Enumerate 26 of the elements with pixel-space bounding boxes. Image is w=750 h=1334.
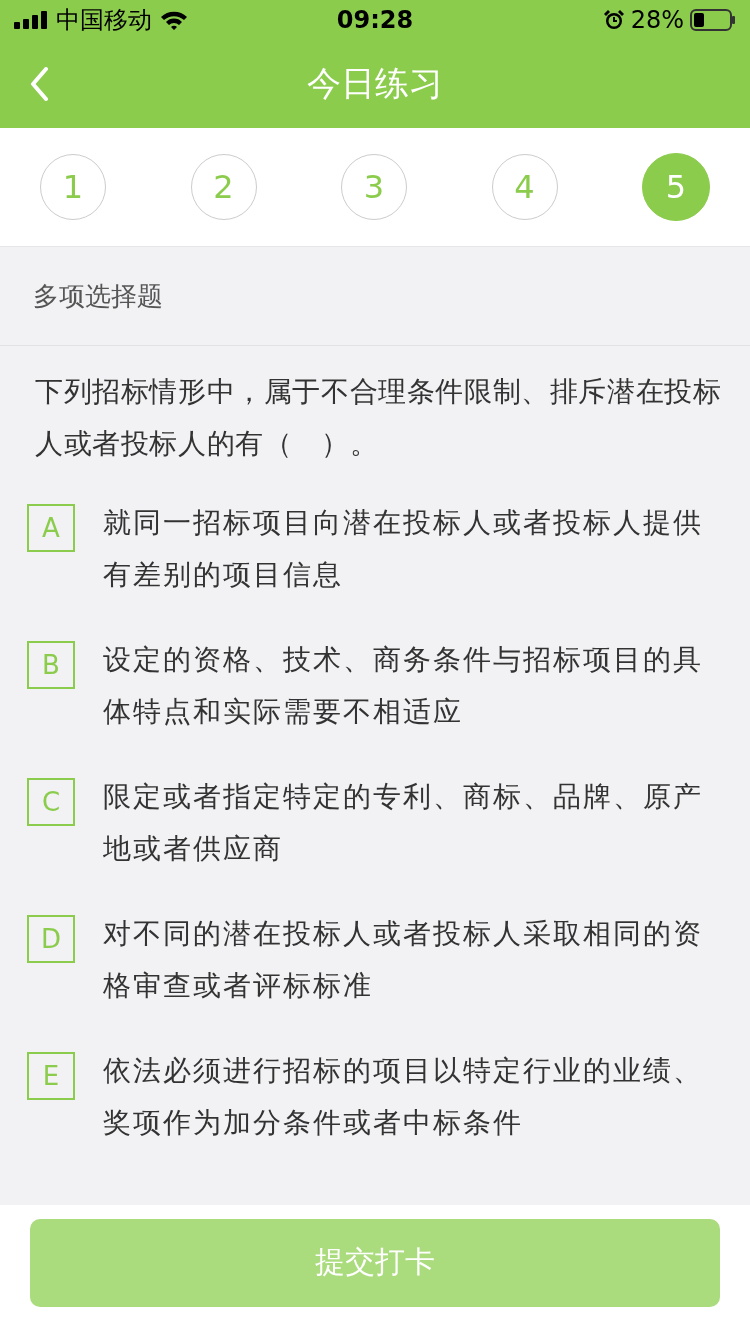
- question-number[interactable]: 3: [341, 154, 407, 220]
- option-text[interactable]: 对不同的潜在投标人或者投标人采取相同的资格审查或者评标标准: [103, 908, 713, 1012]
- battery-percent: 28%: [630, 6, 684, 34]
- option-text[interactable]: 限定或者指定特定的专利、商标、品牌、原产地或者供应商: [103, 771, 713, 875]
- wifi-icon: [160, 10, 188, 30]
- back-icon[interactable]: [30, 67, 50, 101]
- battery-icon: [690, 9, 736, 31]
- option-letter[interactable]: E: [27, 1052, 75, 1100]
- question-number[interactable]: 5: [642, 153, 710, 221]
- option-letter[interactable]: A: [27, 504, 75, 552]
- signal-icon: [14, 11, 48, 29]
- option-letter[interactable]: D: [27, 915, 75, 963]
- carrier-name: 中国移动: [56, 5, 152, 36]
- page-title: 今日练习: [307, 62, 443, 105]
- option-text[interactable]: 设定的资格、技术、商务条件与招标项目的具体特点和实际需要不相适应: [103, 634, 713, 738]
- question-number[interactable]: 4: [491, 154, 558, 220]
- option-text[interactable]: 依法必须进行招标的项目以特定行业的业绩、奖项作为加分条件或者中标条件: [103, 1045, 713, 1149]
- question-number[interactable]: 2: [190, 154, 257, 220]
- alarm-icon: [602, 9, 625, 31]
- clock-time: 09:28: [336, 6, 414, 34]
- question-type: 多项选择题: [33, 279, 163, 313]
- option-text[interactable]: 就同一招标项目向潜在投标人或者投标人提供有差别的项目信息: [103, 497, 713, 601]
- option-letter[interactable]: C: [27, 778, 75, 826]
- question-text: 下列招标情形中，属于不合理条件限制、排斥潜在投标人或者投标人的有（ ）。: [35, 374, 723, 462]
- option-letter[interactable]: B: [27, 641, 75, 689]
- question-number[interactable]: 1: [40, 154, 106, 220]
